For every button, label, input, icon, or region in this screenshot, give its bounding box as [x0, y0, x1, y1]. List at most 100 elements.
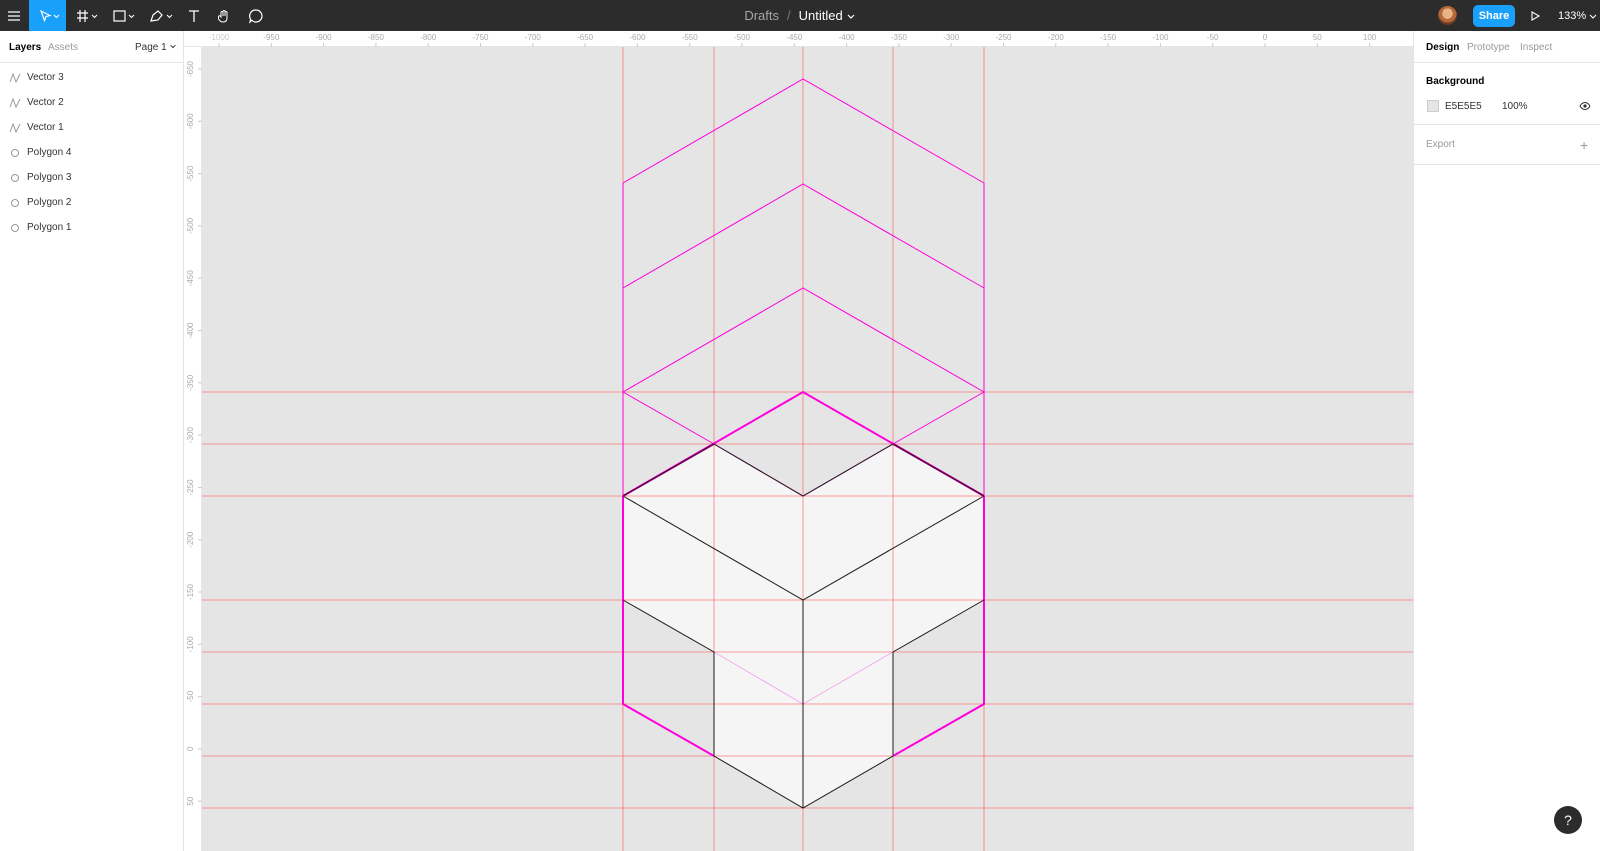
ruler-label: -1000 — [209, 33, 230, 42]
ruler-label: -750 — [472, 33, 489, 42]
layer-name: Polygon 4 — [27, 147, 72, 158]
ruler-label: -150 — [1100, 33, 1117, 42]
horizontal-ruler: -1000 -950 -900 -850 -800 -750 -700 -650 -600 -55… — [184, 31, 1413, 47]
tab-layers[interactable]: Layers — [9, 42, 41, 53]
ruler-label: -100 — [1152, 33, 1169, 42]
vertical-ruler: -650 -600 -550 -500 -450 -400 -350 -300 -250 -200… — [184, 47, 202, 851]
ruler-label: 50 — [186, 796, 195, 805]
vector-icon — [9, 97, 21, 109]
zoom-dropdown[interactable]: 133% — [1558, 0, 1598, 31]
ruler-label: -300 — [186, 427, 195, 444]
shape-tool-button[interactable] — [108, 0, 140, 31]
file-title-area: Drafts / Untitled — [0, 0, 1600, 31]
ruler-label: -250 — [995, 33, 1012, 42]
present-button[interactable] — [1526, 0, 1544, 31]
ruler-label: 50 — [1313, 33, 1322, 42]
layer-row[interactable]: Polygon 4 — [0, 140, 183, 165]
layer-row[interactable]: Polygon 1 — [0, 215, 183, 240]
layer-row[interactable]: Polygon 2 — [0, 190, 183, 215]
polygon-icon — [9, 147, 21, 159]
text-icon — [189, 9, 199, 22]
text-tool-button[interactable] — [182, 0, 206, 31]
hand-tool-button[interactable] — [212, 0, 236, 31]
tab-inspect[interactable]: Inspect — [1520, 42, 1552, 53]
layer-name: Vector 2 — [27, 97, 64, 108]
frame-tool-button[interactable] — [70, 0, 104, 31]
breadcrumb-drafts[interactable]: Drafts — [744, 8, 779, 23]
eye-icon[interactable] — [1579, 101, 1591, 111]
hand-icon — [218, 9, 228, 23]
export-title: Export — [1426, 139, 1455, 150]
ruler-label: -950 — [263, 33, 280, 42]
ruler-label: -900 — [316, 33, 333, 42]
ruler-label: 100 — [1363, 33, 1377, 42]
design-canvas[interactable] — [202, 47, 1413, 851]
ruler-label: -300 — [943, 33, 960, 42]
comment-icon — [249, 8, 263, 24]
ruler-label: -350 — [891, 33, 908, 42]
ruler-label: -650 — [577, 33, 594, 42]
ruler-label: -150 — [186, 583, 195, 600]
ruler-label: -350 — [186, 374, 195, 391]
ruler-label: -600 — [629, 33, 646, 42]
file-name[interactable]: Untitled — [799, 8, 843, 23]
tab-assets[interactable]: Assets — [48, 42, 78, 53]
layer-row[interactable]: Vector 2 — [0, 90, 183, 115]
export-section: Export + — [1414, 125, 1600, 165]
chevron-down-icon — [1589, 14, 1597, 19]
move-tool-button[interactable] — [29, 0, 66, 31]
ruler-label: -200 — [1048, 33, 1065, 42]
ruler-label: -450 — [186, 270, 195, 287]
ruler-label: -500 — [186, 217, 195, 234]
ruler-label: -450 — [786, 33, 803, 42]
play-icon — [1531, 10, 1541, 21]
ruler-label: -100 — [186, 636, 195, 653]
ruler-label: 0 — [186, 746, 195, 751]
rectangle-icon — [113, 9, 135, 22]
help-button[interactable]: ? — [1554, 806, 1582, 834]
tab-prototype[interactable]: Prototype — [1467, 42, 1510, 53]
toolbar: Drafts / Untitled Share 133% — [0, 0, 1600, 31]
background-hex-input[interactable]: E5E5E5 — [1445, 101, 1482, 112]
layer-name: Polygon 3 — [27, 172, 72, 183]
pen-tool-button[interactable] — [145, 0, 177, 31]
figma-editor: Drafts / Untitled Share 133% Layers Asse… — [0, 0, 1600, 851]
page-label: Page 1 — [135, 42, 167, 53]
share-button[interactable]: Share — [1473, 5, 1515, 27]
add-export-button[interactable]: + — [1580, 137, 1588, 153]
page-selector[interactable]: Page 1 — [135, 42, 177, 53]
ruler-label: -800 — [420, 33, 437, 42]
comment-tool-button[interactable] — [244, 0, 268, 31]
vector-icon — [9, 122, 21, 134]
ruler-label: -850 — [368, 33, 385, 42]
background-section: Background E5E5E5 100% — [1414, 63, 1600, 125]
background-swatch[interactable] — [1427, 100, 1439, 112]
design-panel: Design Prototype Inspect Background E5E5… — [1413, 31, 1600, 851]
background-title: Background — [1426, 76, 1485, 87]
layer-row[interactable]: Vector 1 — [0, 115, 183, 140]
menu-icon[interactable] — [2, 0, 26, 31]
tab-design[interactable]: Design — [1426, 42, 1459, 53]
layer-name: Vector 3 — [27, 72, 64, 83]
ruler-label: -650 — [186, 60, 195, 77]
ruler-label: -550 — [186, 165, 195, 182]
chevron-down-icon[interactable] — [846, 11, 856, 21]
pen-icon — [150, 9, 173, 22]
ruler-label: -400 — [839, 33, 856, 42]
polygon-icon — [9, 222, 21, 234]
ruler-label: -200 — [186, 531, 195, 548]
left-panel-tabs: Layers Assets Page 1 — [0, 31, 183, 63]
layers-panel: Layers Assets Page 1 Vector 3 Vector 2 Vec… — [0, 31, 184, 851]
frame-icon — [77, 9, 98, 22]
background-opacity-input[interactable]: 100% — [1502, 101, 1528, 112]
polygon-icon — [9, 197, 21, 209]
layer-row[interactable]: Vector 3 — [0, 65, 183, 90]
polygon-icon — [9, 172, 21, 184]
layer-row[interactable]: Polygon 3 — [0, 165, 183, 190]
layer-name: Polygon 2 — [27, 197, 72, 208]
ruler-label: -550 — [682, 33, 699, 42]
vector-icon — [9, 72, 21, 84]
right-panel-tabs: Design Prototype Inspect — [1414, 31, 1600, 63]
ruler-label: -500 — [734, 33, 751, 42]
avatar[interactable] — [1438, 6, 1457, 25]
